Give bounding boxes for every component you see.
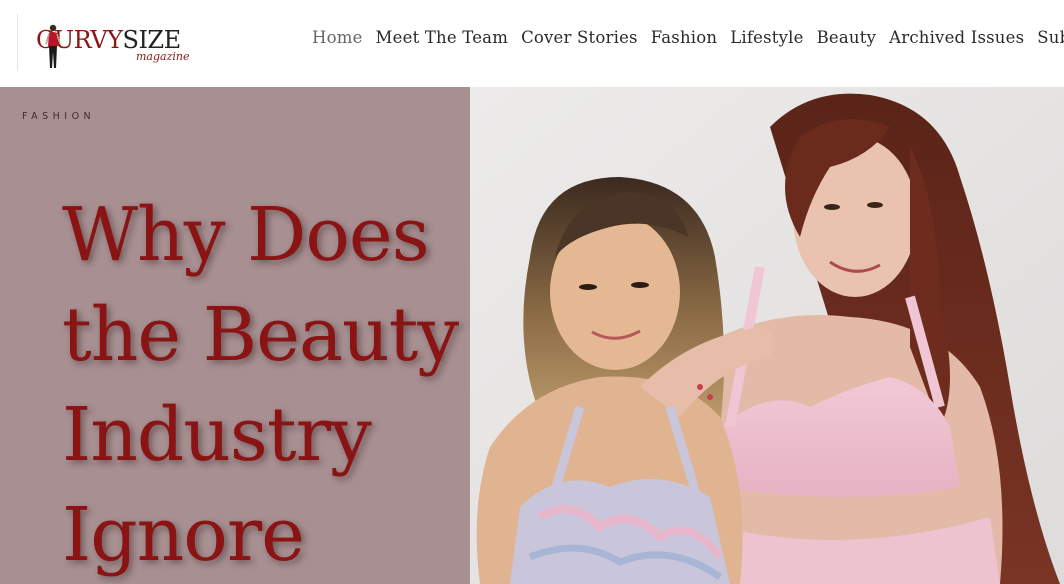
article-headline[interactable]: Why Does the Beauty Industry Ignore	[62, 185, 459, 584]
nav-fashion[interactable]: Fashion	[651, 27, 718, 49]
nav-meet-the-team[interactable]: Meet The Team	[376, 27, 509, 49]
nav-archived-issues[interactable]: Archived Issues	[889, 27, 1024, 49]
hero-photo[interactable]	[470, 87, 1064, 584]
nav-submit[interactable]: Subm	[1037, 27, 1064, 49]
headline-line-3: Industry	[62, 392, 372, 478]
headline-line-1: Why Does	[62, 192, 430, 278]
logo-figure-icon	[45, 24, 61, 68]
nav-home[interactable]: Home	[312, 27, 363, 49]
site-logo[interactable]: CURVYSIZE magazine	[36, 22, 196, 72]
main-nav: Home Meet The Team Cover Stories Fashion…	[312, 27, 1064, 49]
nav-cover-stories[interactable]: Cover Stories	[521, 27, 638, 49]
headline-line-4: Ignore	[62, 492, 305, 578]
hero-section: FASHION Why Does the Beauty Industry Ign…	[0, 87, 1064, 584]
logo-tagline: magazine	[136, 50, 190, 63]
nav-beauty[interactable]: Beauty	[817, 27, 877, 49]
site-header: CURVYSIZE magazine Home Meet The Team Co…	[0, 0, 1064, 87]
category-link[interactable]: FASHION	[22, 111, 95, 122]
headline-line-2: the Beauty	[62, 292, 459, 378]
nav-lifestyle[interactable]: Lifestyle	[730, 27, 803, 49]
header-divider	[17, 14, 18, 71]
